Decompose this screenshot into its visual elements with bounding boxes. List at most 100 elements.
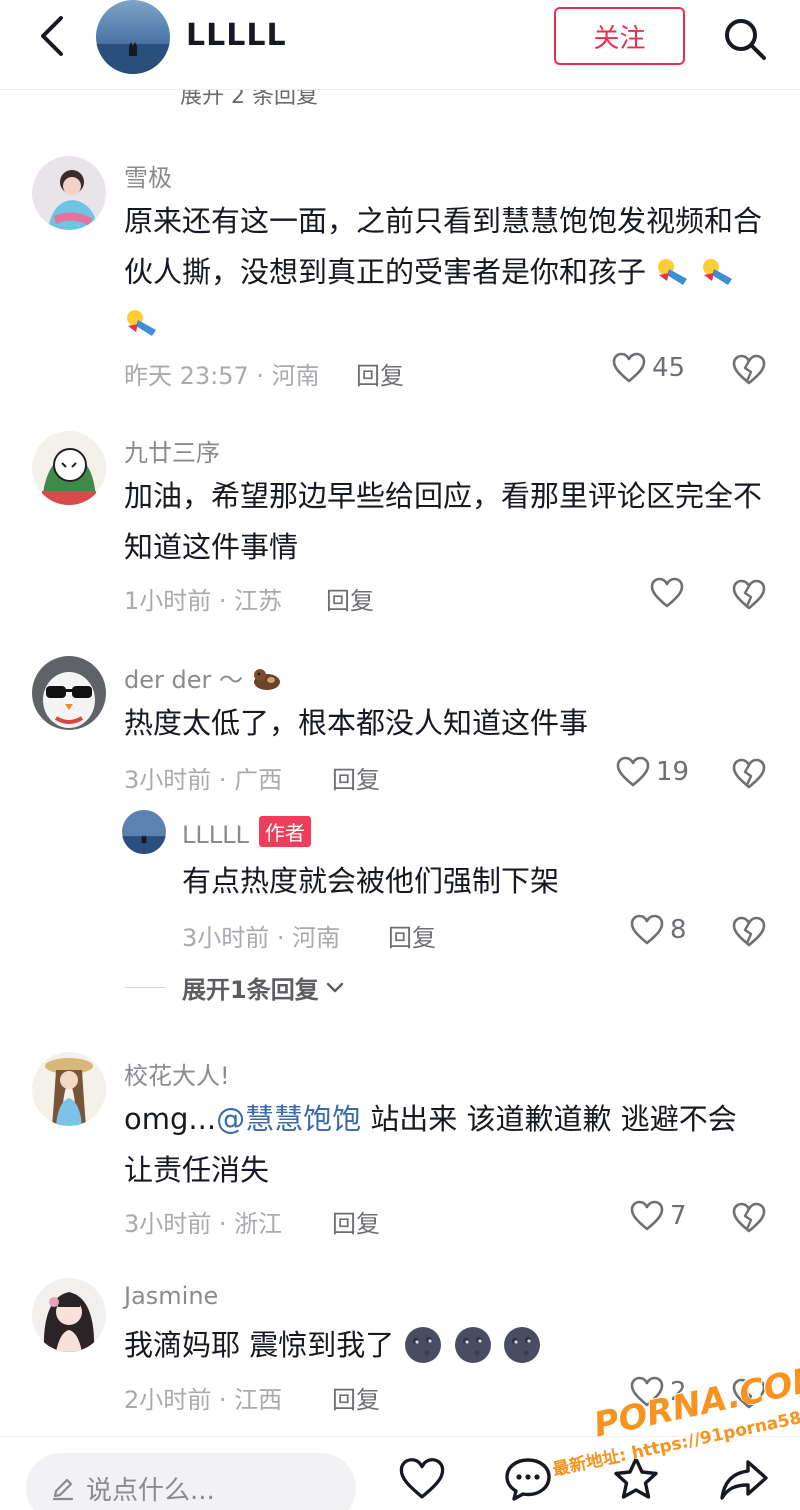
dislike-button[interactable] — [732, 1378, 766, 1412]
comment-item: 九廿三序 加油，希望那边早些给回应，看那里评论区完全不知道这件事情 1小时前 ·… — [0, 425, 800, 625]
like-count: 2 — [670, 1377, 687, 1407]
heart-icon — [616, 756, 650, 787]
comment-username[interactable]: Jasmine — [124, 1282, 218, 1310]
like-button[interactable]: 7 — [630, 1200, 687, 1232]
like-button[interactable]: 2 — [630, 1376, 687, 1408]
comment-item: Jasmine 我滴妈耶 震惊到我了 2小时前 · 江西 回复 2 — [0, 1274, 800, 1424]
reply-button[interactable]: 回复 — [332, 1380, 380, 1415]
comment-username[interactable]: 九廿三序 — [124, 433, 220, 468]
broken-heart-icon — [732, 579, 766, 610]
dislike-button[interactable] — [732, 1202, 766, 1236]
like-count: 8 — [670, 915, 687, 945]
reply-button[interactable]: 回复 — [332, 760, 380, 795]
comments-button[interactable] — [502, 1453, 554, 1505]
heart-icon — [630, 1200, 664, 1231]
comment-item: 校花大人! omg...@慧慧饱饱 站出来 该道歉道歉 逃避不会让责任消失 3小… — [0, 1048, 800, 1248]
sub-reply-meta: 3小时前 · 河南 — [182, 924, 341, 952]
comment-username[interactable]: 雪极 — [124, 158, 172, 193]
comment-input-placeholder: 说点什么... — [86, 1475, 215, 1506]
reply-button[interactable]: 回复 — [356, 356, 404, 391]
reply-button[interactable]: 回复 — [326, 581, 374, 616]
pencil-icon — [52, 1478, 74, 1501]
like-button[interactable] — [650, 577, 690, 609]
avatar[interactable] — [32, 656, 106, 730]
comment-text: 我滴妈耶 震惊到我了 — [124, 1320, 764, 1371]
divider-line — [124, 987, 166, 988]
heart-icon — [630, 914, 664, 945]
dislike-button[interactable] — [732, 916, 766, 950]
heart-icon — [399, 1458, 445, 1499]
emoji-icon — [655, 252, 691, 285]
heart-icon — [630, 1376, 664, 1407]
comment-username[interactable]: 校花大人! — [124, 1056, 230, 1091]
moon-emoji-icon — [403, 1325, 443, 1365]
like-button[interactable]: 45 — [612, 352, 685, 384]
top-nav-bar: LLLLL 关注 — [0, 0, 800, 90]
comment-input[interactable]: 说点什么... — [26, 1453, 356, 1510]
heart-icon — [650, 577, 684, 608]
comment-text: omg...@慧慧饱饱 站出来 该道歉道歉 逃避不会让责任消失 — [124, 1094, 764, 1196]
follow-button[interactable]: 关注 — [554, 7, 685, 65]
avatar[interactable] — [32, 431, 106, 505]
expand-replies-label: 展开1条回复 — [182, 976, 319, 1004]
comment-meta: 昨天 23:57 · 河南 — [124, 362, 320, 390]
reply-button[interactable]: 回复 — [332, 1204, 380, 1239]
header-avatar[interactable] — [96, 0, 170, 74]
avatar[interactable] — [122, 810, 166, 854]
sub-reply-username-text: LLLLL — [182, 821, 249, 849]
otter-emoji-icon — [251, 666, 283, 692]
broken-heart-icon — [732, 916, 766, 947]
broken-heart-icon — [732, 1378, 766, 1409]
comment-bubble-icon — [505, 1458, 551, 1501]
comment-username[interactable]: der der ～ — [124, 660, 283, 695]
avatar[interactable] — [32, 1278, 106, 1352]
like-video-button[interactable] — [396, 1453, 448, 1505]
chevron-down-icon — [326, 982, 343, 992]
bottom-action-bar: 说点什么... — [0, 1436, 800, 1510]
dislike-button[interactable] — [732, 579, 766, 613]
like-button[interactable]: 8 — [630, 914, 687, 946]
comment-item: 雪极 原来还有这一面，之前只看到慧慧饱饱发视频和合伙人撕，没想到真正的受害者是你… — [0, 150, 800, 400]
broken-heart-icon — [732, 354, 766, 385]
comment-meta: 3小时前 · 浙江 — [124, 1210, 283, 1238]
sub-reply-item: LLLLL 作者 有点热度就会被他们强制下架 3小时前 · 河南 回复 8 — [0, 808, 800, 952]
comment-item: der der ～ 热度太低了，根本都没人知道这件事 3小时前 · 广西 回复 … — [0, 652, 800, 1005]
like-count: 45 — [652, 353, 686, 383]
back-arrow-icon — [41, 16, 63, 56]
comment-meta: 1小时前 · 江苏 — [124, 587, 283, 615]
avatar[interactable] — [32, 156, 106, 230]
like-count: 7 — [670, 1201, 687, 1231]
moon-emoji-icon — [453, 1325, 493, 1365]
comment-meta: 3小时前 · 广西 — [124, 766, 283, 794]
comment-text: 热度太低了，根本都没人知道这件事 — [124, 706, 589, 740]
share-arrow-icon — [720, 1460, 768, 1500]
broken-heart-icon — [732, 758, 766, 789]
broken-heart-icon — [732, 1202, 766, 1233]
comment-username-text: der der ～ — [124, 666, 243, 694]
back-button[interactable] — [30, 12, 74, 60]
avatar[interactable] — [32, 1052, 106, 1126]
share-button[interactable] — [718, 1453, 770, 1505]
author-badge: 作者 — [258, 816, 311, 847]
dislike-button[interactable] — [732, 758, 766, 792]
emoji-icon — [700, 252, 736, 285]
dislike-button[interactable] — [732, 354, 766, 388]
sub-reply-username[interactable]: LLLLL 作者 — [182, 816, 311, 849]
search-button[interactable] — [718, 12, 772, 66]
comment-text: 原来还有这一面，之前只看到慧慧饱饱发视频和合伙人撕，没想到真正的受害者是你和孩子 — [124, 196, 764, 349]
header-username[interactable]: LLLLL — [186, 18, 287, 53]
emoji-icon — [124, 303, 160, 336]
comment-text-body: 我滴妈耶 震惊到我了 — [124, 1328, 395, 1362]
star-icon — [614, 1457, 658, 1499]
mention-link[interactable]: @慧慧饱饱 — [216, 1102, 361, 1136]
comment-meta: 2小时前 · 江西 — [124, 1386, 283, 1414]
reply-button[interactable]: 回复 — [388, 918, 436, 953]
heart-icon — [612, 352, 646, 383]
favorite-button[interactable] — [610, 1453, 662, 1505]
like-count: 19 — [656, 757, 690, 787]
moon-emoji-icon — [502, 1325, 542, 1365]
search-icon — [725, 19, 766, 60]
expand-replies-button[interactable]: 展开1条回复 — [124, 970, 345, 1005]
comment-text-prefix: omg... — [124, 1102, 217, 1136]
like-button[interactable]: 19 — [616, 756, 689, 788]
